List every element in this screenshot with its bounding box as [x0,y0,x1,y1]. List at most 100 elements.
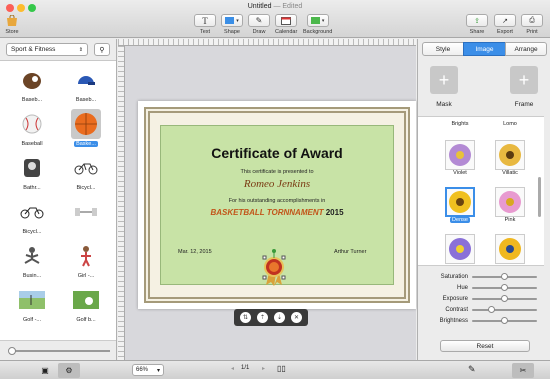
store-button[interactable]: Store [4,14,20,35]
shape-label: Shape [224,29,240,35]
filter-label: Villatic [502,170,518,176]
library-item[interactable]: Busin... [8,241,56,289]
library-header: Sport & Fitness ⇕ ⚲ [0,39,116,61]
filter-item[interactable] [488,234,532,264]
basketball-icon [71,109,101,139]
certificate-title[interactable]: Certificate of Award [160,145,394,161]
medal-icon [262,249,286,286]
filter-item[interactable] [438,234,482,264]
slider-track[interactable] [472,317,537,324]
slider-track[interactable] [472,273,537,280]
filter-item[interactable]: Pink [488,187,532,223]
add-frame-button[interactable]: + [510,66,538,94]
text-button[interactable]: T Text [194,14,216,35]
background-button[interactable]: ▾ Background [303,14,332,35]
print-button[interactable]: ⎙ Print [521,14,543,35]
slider-knob[interactable] [501,295,508,302]
bring-forward-icon[interactable]: ⇡ [257,312,268,323]
reset-button[interactable]: Reset [440,340,530,352]
filter-item[interactable]: Lomo [488,121,532,127]
edit-icon[interactable]: ✎ [468,364,476,375]
delete-icon[interactable]: ✕ [291,312,302,323]
library-item[interactable]: Baseb... [62,65,110,113]
bicycle-icon [17,197,47,227]
slider-knob[interactable] [501,284,508,291]
filter-label: Violet [453,170,467,176]
library-item[interactable]: Bathr... [8,153,56,201]
shape-button[interactable]: ▾ Shape [221,14,243,35]
book-icon[interactable]: ▯▯ [277,364,286,373]
slider-track[interactable] [472,295,537,302]
slider-knob[interactable] [501,273,508,280]
background-icon: ▾ [306,14,329,27]
library-item[interactable]: Baseb... [8,65,56,113]
library-search-button[interactable]: ⚲ [94,43,110,56]
certificate-presented-text[interactable]: This certificate is presented to [160,169,394,175]
library-item-label: Bicycl... [22,229,42,235]
bicycle-icon [71,153,101,183]
library-item[interactable]: Bicycl... [8,197,56,245]
store-label: Store [5,29,19,35]
slider-label: Brightness [439,318,468,324]
filter-scrollbar[interactable] [538,177,541,217]
filter-item[interactable]: Brights [438,121,482,127]
flip-icon[interactable]: ⇅ [240,312,251,323]
slider-track[interactable] [472,284,537,291]
category-select[interactable]: Sport & Fitness ⇕ [6,43,88,56]
add-mask-button[interactable]: + [430,66,458,94]
filter-label: Dense [450,217,470,223]
next-page-button[interactable]: ▸ [262,365,265,372]
filter-item-selected[interactable]: Dense [438,187,482,223]
calendar-button[interactable]: Calendar [275,14,297,35]
send-backward-icon[interactable]: ⇣ [274,312,285,323]
slider-label: Exposure [442,296,468,302]
draw-button[interactable]: ✎ Draw [248,14,270,35]
baseball-glove-icon [17,65,47,95]
slider-row: Hue [428,283,543,293]
export-button[interactable]: ↗ Export [494,14,516,35]
slider-knob[interactable] [488,306,495,313]
inspector-toggle-button[interactable]: ✂ [512,363,534,378]
previous-page-button[interactable]: ◂ [231,365,234,372]
slider-knob[interactable] [501,317,508,324]
library-item-label: Bathr... [23,185,41,191]
tab-image[interactable]: Image [463,42,506,56]
slider-track[interactable] [472,306,537,313]
library-item[interactable] [62,197,110,245]
printer-icon: ⎙ [521,14,543,27]
library-item[interactable]: Girl -... [62,241,110,289]
filter-item[interactable]: Violet [438,140,482,176]
size-slider-knob[interactable] [8,347,16,355]
library-sidebar: Sport & Fitness ⇕ ⚲ Baseb... Baseb... Ba… [0,39,117,360]
certificate-date[interactable]: Mar. 12, 2015 [178,249,212,255]
certificate-for-text[interactable]: For his outstanding accomplishments in [160,198,394,204]
image-icon: ▣ [41,366,49,375]
shapes-view-button[interactable]: ⚙ [58,363,80,378]
share-button[interactable]: ⇪ Share [466,14,488,35]
library-item[interactable]: Bicycl... [62,153,110,201]
zoom-select[interactable]: 66% ▾ [132,364,164,376]
award-medal-image[interactable] [262,249,286,287]
tab-arrange[interactable]: Arrange [505,42,547,56]
library-item-label: Baseb... [75,97,97,103]
share-icon: ⇪ [466,14,488,27]
size-slider-track[interactable] [12,350,110,352]
library-item[interactable]: Golf b... [62,285,110,333]
certificate-signer[interactable]: Arthur Turner [334,249,366,255]
library-item-label: Golf -... [22,317,42,323]
horizontal-ruler [118,39,416,46]
flower-icon [495,234,525,264]
filter-item[interactable]: Villatic [488,140,532,176]
library-item-selected[interactable]: Baske... [62,109,110,157]
library-view-button[interactable]: ▣ [34,364,56,377]
certificate-page[interactable]: Certificate of Award This certificate is… [138,101,416,309]
tab-style[interactable]: Style [422,42,464,56]
certificate-event-line[interactable]: BASKETBALL TORNNAMENT 2015 [160,208,394,217]
yoga-icon [17,241,47,271]
library-item[interactable]: Golf -... [8,285,56,333]
window-edited-text: — Edited [273,3,303,10]
canvas-area: Certificate of Award This certificate is… [118,39,416,360]
library-item[interactable]: Baseball [8,109,56,157]
golf-icon [17,285,47,315]
certificate-recipient[interactable]: Romeo Jenkins [160,178,394,190]
